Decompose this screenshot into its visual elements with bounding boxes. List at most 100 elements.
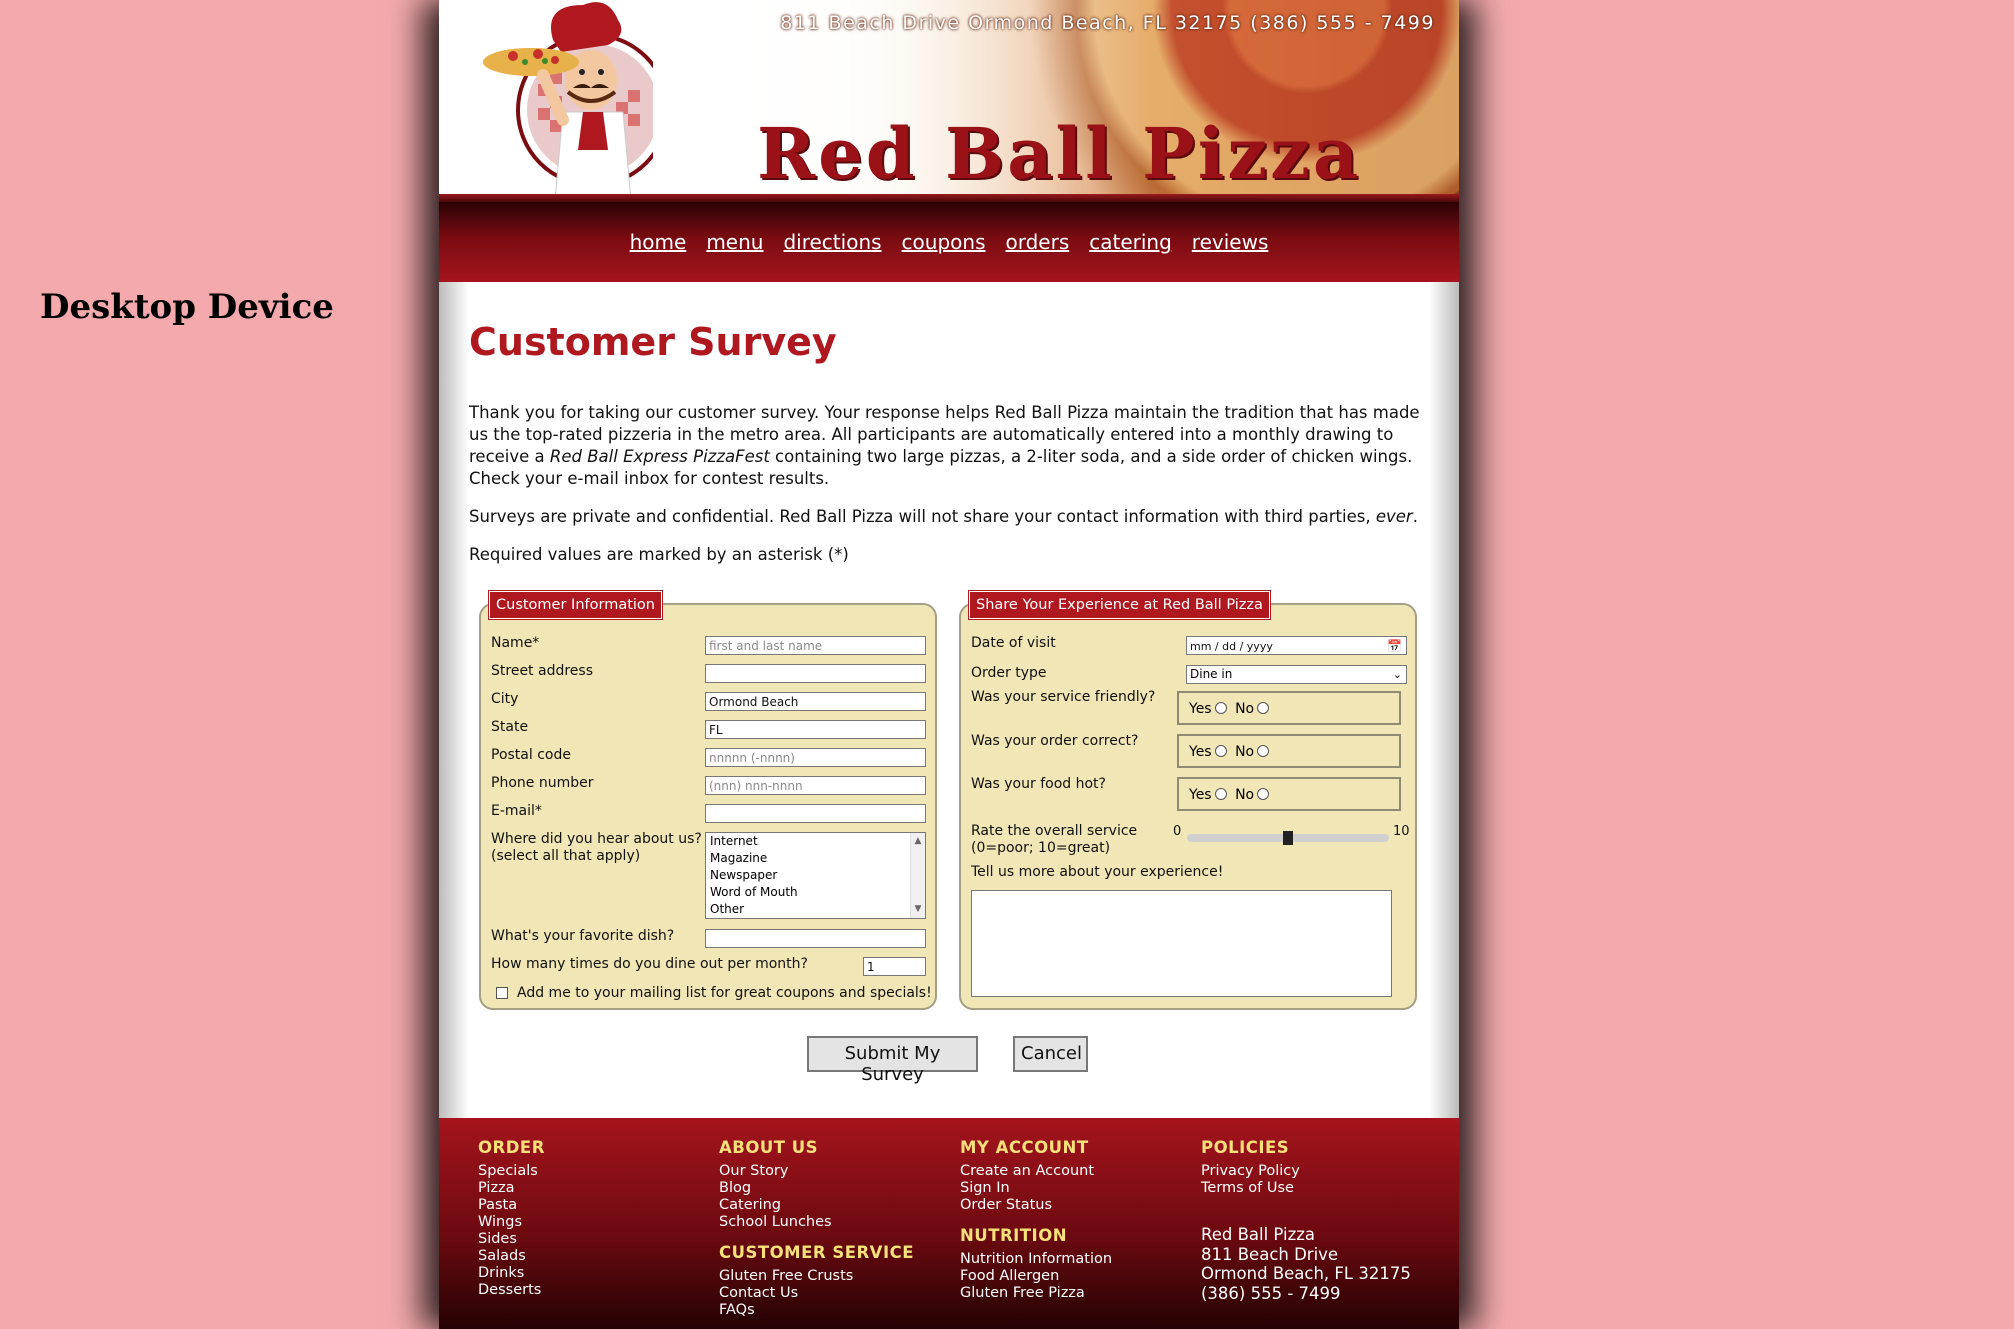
footer-link[interactable]: Create an Account <box>960 1163 1180 1180</box>
chevron-down-icon: ⌄ <box>1392 668 1402 681</box>
date-input[interactable]: mm / dd / yyyy 📅 <box>1186 636 1407 655</box>
hear-option[interactable]: Internet <box>710 833 925 850</box>
footer-link[interactable]: Sides <box>478 1231 698 1248</box>
dineout-input[interactable]: 1 <box>863 957 926 976</box>
footer-link[interactable]: Gluten Free Pizza <box>960 1285 1180 1302</box>
footer-link[interactable]: Privacy Policy <box>1201 1163 1421 1180</box>
footer-link[interactable]: Food Allergen <box>960 1268 1180 1285</box>
name-input[interactable]: first and last name <box>705 636 926 655</box>
brand-title: Red Ball Pizza <box>757 112 1362 195</box>
footer-link[interactable]: Specials <box>478 1163 698 1180</box>
correct-radio-group: Yes No <box>1177 734 1401 768</box>
tell-label: Tell us more about your experience! <box>971 864 1224 880</box>
footer-link[interactable]: School Lunches <box>719 1214 939 1231</box>
hot-question: Was your food hot? <box>971 776 1106 792</box>
friendly-question: Was your service friendly? <box>971 689 1156 705</box>
nav-home[interactable]: home <box>630 230 687 254</box>
correct-no-radio[interactable] <box>1257 745 1270 757</box>
footer-link[interactable]: Desserts <box>478 1282 698 1299</box>
footer-link[interactable]: Pizza <box>478 1180 698 1197</box>
nav-orders[interactable]: orders <box>1005 230 1069 254</box>
hear-option[interactable]: Magazine <box>710 850 925 867</box>
dish-input[interactable] <box>705 929 926 948</box>
footer-link[interactable]: Contact Us <box>719 1285 939 1302</box>
listbox-scrollbar[interactable]: ▲ ▼ <box>910 833 925 918</box>
footer-link[interactable]: Gluten Free Crusts <box>719 1268 939 1285</box>
nav-coupons[interactable]: coupons <box>902 230 986 254</box>
required-note: Required values are marked by an asteris… <box>469 545 849 564</box>
nav-reviews[interactable]: reviews <box>1192 230 1269 254</box>
correct-question: Was your order correct? <box>971 733 1139 749</box>
footer-link[interactable]: Drinks <box>478 1265 698 1282</box>
rate-slider[interactable] <box>1187 831 1389 845</box>
hot-radio-group: Yes No <box>1177 777 1401 811</box>
calendar-icon[interactable]: 📅 <box>1387 637 1402 656</box>
hear-option[interactable]: Newspaper <box>710 867 925 884</box>
rate-max-label: 10 <box>1393 824 1410 839</box>
footer-link[interactable]: Pasta <box>478 1197 698 1214</box>
hear-option[interactable]: Word of Mouth <box>710 884 925 901</box>
submit-survey-button[interactable]: Submit My Survey <box>807 1036 978 1085</box>
footer-service-heading: CUSTOMER SERVICE <box>719 1243 914 1262</box>
experience-legend: Share Your Experience at Red Ball Pizza <box>968 590 1271 620</box>
dish-label: What's your favorite dish? <box>491 928 675 944</box>
state-input[interactable]: FL <box>705 720 926 739</box>
date-label: Date of visit <box>971 635 1056 651</box>
scroll-up-icon[interactable]: ▲ <box>911 833 925 850</box>
hot-yes-radio[interactable] <box>1214 788 1227 800</box>
street-input[interactable] <box>705 664 926 683</box>
customer-info-legend: Customer Information <box>488 590 663 620</box>
street-label: Street address <box>491 663 593 679</box>
state-label: State <box>491 719 529 735</box>
scroll-down-icon[interactable]: ▼ <box>911 901 925 918</box>
order-type-select[interactable]: Dine in ⌄ <box>1186 665 1407 684</box>
email-input[interactable] <box>705 804 926 823</box>
correct-yes-radio[interactable] <box>1214 745 1227 757</box>
footer-link[interactable]: Wings <box>478 1214 698 1231</box>
main-nav: home menu directions coupons orders cate… <box>439 202 1459 282</box>
nav-menu[interactable]: menu <box>706 230 763 254</box>
nav-directions[interactable]: directions <box>783 230 881 254</box>
footer-link[interactable]: Order Status <box>960 1197 1180 1214</box>
hear-listbox[interactable]: Internet Magazine Newspaper Word of Mout… <box>705 832 926 919</box>
footer-link[interactable]: Nutrition Information <box>960 1251 1180 1268</box>
postal-input[interactable]: nnnnn (-nnnn) <box>705 748 926 767</box>
order-type-label: Order type <box>971 665 1047 681</box>
name-label: Name* <box>491 635 540 651</box>
footer-link[interactable]: Blog <box>719 1180 939 1197</box>
phone-label: Phone number <box>491 775 594 791</box>
page-title: Customer Survey <box>469 320 837 364</box>
footer-about-column: ABOUT US Our Story Blog Catering School … <box>719 1138 939 1319</box>
city-input[interactable]: Ormond Beach <box>705 692 926 711</box>
cancel-button[interactable]: Cancel <box>1013 1036 1088 1072</box>
hear-option[interactable]: Other <box>710 901 925 918</box>
footer-address-line: 811 Beach Drive <box>1201 1244 1339 1264</box>
footer-order-column: ORDER Specials Pizza Pasta Wings Sides S… <box>478 1138 698 1299</box>
footer-about-heading: ABOUT US <box>719 1138 819 1157</box>
footer-link[interactable]: Terms of Use <box>1201 1180 1421 1197</box>
site-footer: ORDER Specials Pizza Pasta Wings Sides S… <box>439 1118 1459 1329</box>
mailing-checkbox[interactable] <box>496 987 508 999</box>
footer-link[interactable]: Sign In <box>960 1180 1180 1197</box>
footer-link[interactable]: Catering <box>719 1197 939 1214</box>
footer-nutrition-heading: NUTRITION <box>960 1226 1068 1245</box>
experience-textarea[interactable] <box>971 890 1392 997</box>
footer-link[interactable]: FAQs <box>719 1302 939 1319</box>
friendly-yes-radio[interactable] <box>1214 702 1227 714</box>
nav-catering[interactable]: catering <box>1089 230 1172 254</box>
rate-slider-thumb[interactable] <box>1283 831 1293 845</box>
footer-address-line: Red Ball Pizza <box>1201 1225 1316 1244</box>
site-header: 811 Beach Drive Ormond Beach, FL 32175 (… <box>439 0 1459 202</box>
rate-label: Rate the overall service (0=poor; 10=grea… <box>971 823 1138 856</box>
friendly-no-radio[interactable] <box>1257 702 1270 714</box>
footer-link[interactable]: Salads <box>478 1248 698 1265</box>
mailing-label: Add me to your mailing list for great co… <box>517 985 932 1001</box>
privacy-paragraph: Surveys are private and confidential. Re… <box>469 507 1418 526</box>
intro-paragraph: Thank you for taking our customer survey… <box>469 403 1420 488</box>
hot-no-radio[interactable] <box>1257 788 1270 800</box>
footer-account-heading: MY ACCOUNT <box>960 1138 1089 1157</box>
postal-label: Postal code <box>491 747 571 763</box>
footer-link[interactable]: Our Story <box>719 1163 939 1180</box>
phone-input[interactable]: (nnn) nnn-nnnn <box>705 776 926 795</box>
friendly-radio-group: Yes No <box>1177 691 1401 725</box>
